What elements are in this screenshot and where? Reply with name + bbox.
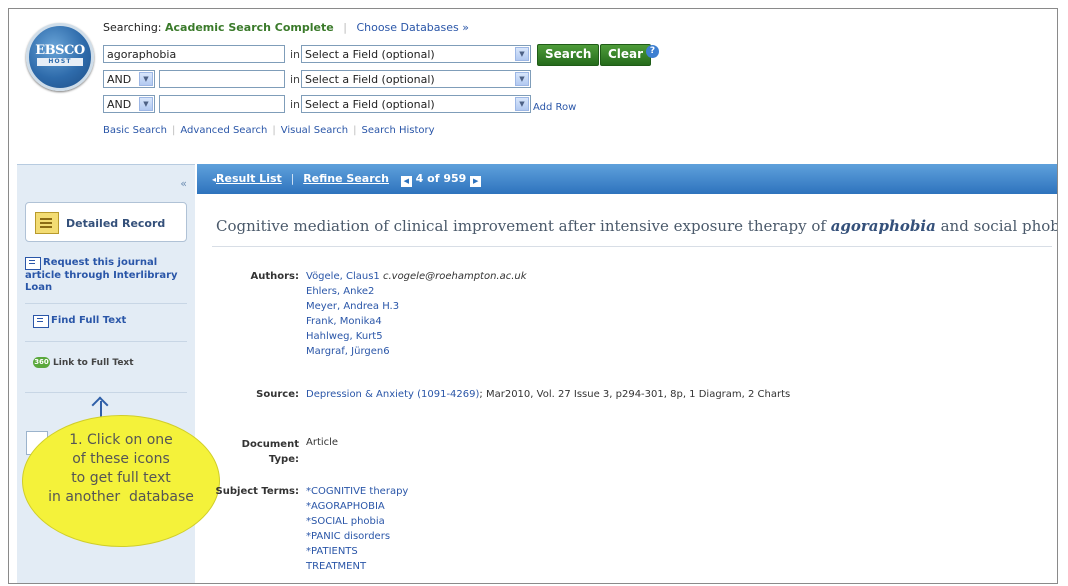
360-link-badge-icon: 360: [33, 357, 50, 368]
author-link[interactable]: Frank, Monika4: [306, 314, 527, 329]
field-select-2[interactable]: Select a Field (optional) ▼: [301, 70, 531, 88]
field-select-3-value: Select a Field (optional): [305, 98, 435, 111]
search-input-3[interactable]: [159, 95, 285, 113]
callout-line-2: of these icons: [72, 451, 170, 467]
link-to-full-text-label: Link to Full Text: [53, 358, 134, 368]
callout-line-3: to get full text: [71, 470, 171, 486]
authors-list: Vögele, Claus1 c.vogele@roehampton.ac.uk…: [306, 269, 527, 359]
request-journal-link[interactable]: Request this journal article through Int…: [25, 257, 187, 304]
field-select-3[interactable]: Select a Field (optional) ▼: [301, 95, 531, 113]
previous-record-icon[interactable]: ◀: [400, 176, 412, 187]
boolean-operator-select-2[interactable]: AND ▼: [103, 70, 155, 88]
authors-label: Authors:: [250, 271, 299, 282]
next-record-icon[interactable]: ▶: [470, 176, 482, 187]
logo-text-host: HOST: [37, 58, 83, 66]
find-full-text-link[interactable]: Find Full Text: [25, 315, 187, 342]
author-link[interactable]: Ehlers, Anke2: [306, 284, 527, 299]
browser-frame: EBSCO HOST Searching: Academic Search Co…: [8, 8, 1058, 584]
search-button[interactable]: Search: [537, 44, 600, 66]
detailed-record-label: Detailed Record: [66, 217, 166, 230]
in-label-2: in: [290, 73, 301, 86]
document-type-value: Article: [306, 437, 339, 448]
help-icon[interactable]: ?: [646, 45, 659, 58]
source-value: Depression & Anxiety (1091-4269); Mar201…: [306, 387, 790, 402]
subject-term-link[interactable]: *PANIC disorders: [306, 529, 408, 544]
request-journal-label: Request this journal article through Int…: [25, 257, 178, 293]
visual-search-link[interactable]: Visual Search: [281, 125, 348, 136]
boolean-operator-value-2: AND: [107, 73, 132, 86]
title-keyword: agoraphobia: [830, 217, 936, 235]
boolean-operator-value-3: AND: [107, 98, 132, 111]
source-journal-link[interactable]: Depression & Anxiety (1091-4269): [306, 389, 479, 400]
in-label-1: in: [290, 48, 301, 61]
chevron-down-icon: ▼: [139, 72, 153, 86]
advanced-search-link[interactable]: Advanced Search: [180, 125, 267, 136]
find-full-text-label: Find Full Text: [51, 315, 127, 326]
link-to-full-text-button[interactable]: 360 Link to Full Text: [33, 357, 134, 368]
result-navigation-bar: ◂Result List | Refine Search ◀ 4 of 959 …: [197, 164, 1057, 194]
subject-terms-label: Subject Terms:: [215, 486, 299, 497]
chevron-down-icon: ▼: [515, 72, 529, 86]
search-mode-links: Basic Search | Advanced Search | Visual Sear…: [103, 125, 435, 136]
author-link[interactable]: Hahlweg, Kurt5: [306, 329, 527, 344]
search-input-1[interactable]: agoraphobia: [103, 45, 285, 63]
boolean-operator-select-3[interactable]: AND ▼: [103, 95, 155, 113]
record-title: Cognitive mediation of clinical improvem…: [216, 217, 1057, 235]
callout-line-1: 1. Click on one: [69, 432, 173, 448]
field-select-1[interactable]: Select a Field (optional) ▼: [301, 45, 531, 63]
subject-term-link[interactable]: *SOCIAL phobia: [306, 514, 408, 529]
document-type-label: Document Type:: [241, 439, 299, 465]
search-input-2[interactable]: [159, 70, 285, 88]
basic-search-link[interactable]: Basic Search: [103, 125, 167, 136]
record-position: 4 of 959: [415, 172, 467, 185]
callout-bubble: 1. Click on one of these icons to get fu…: [22, 415, 220, 547]
searching-line: Searching: Academic Search Complete | Ch…: [103, 21, 469, 34]
author-link[interactable]: Meyer, Andrea H.3: [306, 299, 527, 314]
logo-text-ebsco: EBSCO: [35, 43, 85, 58]
source-details: ; Mar2010, Vol. 27 Issue 3, p294-301, 8p…: [479, 389, 791, 400]
subject-terms-list: *COGNITIVE therapy *AGORAPHOBIA *SOCIAL …: [306, 484, 408, 574]
field-select-2-value: Select a Field (optional): [305, 73, 435, 86]
refine-search-link[interactable]: Refine Search: [303, 172, 389, 185]
subject-term-link[interactable]: *AGORAPHOBIA: [306, 499, 408, 514]
author-link[interactable]: Vögele, Claus1: [306, 271, 380, 282]
source-label: Source:: [256, 389, 299, 400]
in-label-3: in: [290, 98, 301, 111]
subject-term-link[interactable]: *PATIENTS: [306, 544, 408, 559]
collapse-sidebar-icon[interactable]: «: [180, 177, 187, 190]
subject-term-link[interactable]: TREATMENT: [306, 559, 408, 574]
subject-term-link[interactable]: *COGNITIVE therapy: [306, 484, 408, 499]
chevron-down-icon: ▼: [515, 47, 529, 61]
title-text-after: and social phobia.: [940, 217, 1057, 235]
find-full-text-icon: [33, 315, 49, 328]
chevron-down-icon: ▼: [515, 97, 529, 111]
database-name: Academic Search Complete: [165, 21, 334, 34]
search-history-link[interactable]: Search History: [361, 125, 434, 136]
callout-line-4: in another database: [48, 489, 194, 505]
searching-label: Searching:: [103, 21, 162, 34]
request-icon: [25, 257, 41, 270]
result-list-link[interactable]: Result List: [216, 172, 282, 185]
ebsco-host-logo[interactable]: EBSCO HOST: [26, 23, 94, 91]
field-select-1-value: Select a Field (optional): [305, 48, 435, 61]
author-email: c.vogele@roehampton.ac.uk: [382, 271, 527, 282]
title-divider: [212, 246, 1052, 247]
clear-button[interactable]: Clear: [600, 44, 652, 66]
detailed-record-icon: [35, 212, 59, 234]
sidebar-divider: [25, 391, 187, 393]
choose-databases-link[interactable]: Choose Databases »: [356, 21, 469, 34]
chevron-down-icon: ▼: [139, 97, 153, 111]
title-text-before: Cognitive mediation of clinical improvem…: [216, 217, 831, 235]
add-row-link[interactable]: Add Row: [533, 102, 576, 113]
author-link[interactable]: Margraf, Jürgen6: [306, 344, 527, 359]
detailed-record-tab[interactable]: Detailed Record: [25, 202, 187, 242]
separator: |: [343, 21, 347, 34]
